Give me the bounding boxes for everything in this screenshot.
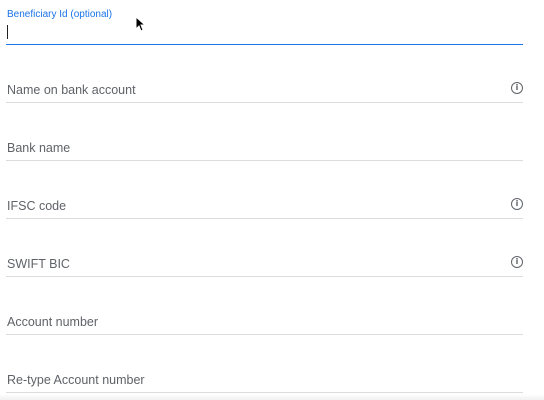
ifsc-code-underline — [6, 218, 523, 219]
beneficiary-id-input[interactable] — [6, 22, 523, 42]
swift-bic-input[interactable] — [6, 253, 523, 273]
name-on-bank-account-underline — [6, 102, 523, 103]
name-on-bank-account-input[interactable] — [6, 79, 523, 99]
beneficiary-id-label: Beneficiary Id (optional) — [7, 9, 113, 20]
bank-name-underline — [6, 160, 523, 161]
beneficiary-id-underline — [6, 43, 523, 45]
info-icon[interactable]: i — [511, 82, 523, 94]
text-caret — [7, 25, 8, 39]
account-number-field[interactable]: Account number — [6, 295, 523, 335]
bottom-shadow — [0, 394, 544, 400]
ifsc-code-field[interactable]: IFSC code i — [6, 179, 523, 219]
info-icon[interactable]: i — [511, 198, 523, 210]
ifsc-code-input[interactable] — [6, 195, 523, 215]
account-number-underline — [6, 334, 523, 335]
retype-account-number-input[interactable] — [6, 369, 523, 389]
swift-bic-field[interactable]: SWIFT BIC i — [6, 237, 523, 277]
retype-account-number-underline — [6, 392, 523, 393]
retype-account-number-field[interactable]: Re-type Account number — [6, 353, 523, 393]
bank-name-field[interactable]: Bank name — [6, 121, 523, 161]
beneficiary-id-field[interactable]: Beneficiary Id (optional) — [6, 5, 523, 45]
name-on-bank-account-field[interactable]: Name on bank account i — [6, 63, 523, 103]
account-number-input[interactable] — [6, 311, 523, 331]
bank-name-input[interactable] — [6, 137, 523, 157]
mouse-pointer-icon — [135, 16, 145, 32]
swift-bic-underline — [6, 276, 523, 277]
beneficiary-bank-form: Beneficiary Id (optional) Name on bank a… — [0, 0, 544, 400]
info-icon[interactable]: i — [511, 256, 523, 268]
